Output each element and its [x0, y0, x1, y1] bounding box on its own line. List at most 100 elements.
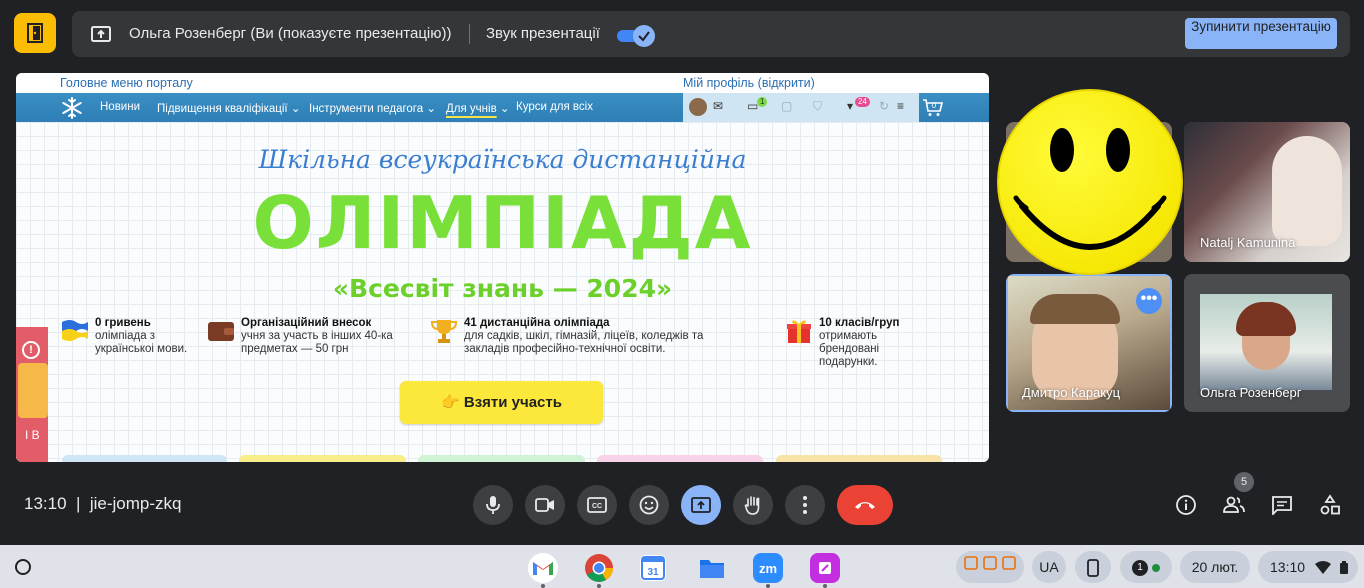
- calendar-app[interactable]: 31: [640, 555, 666, 581]
- divider: [469, 24, 470, 44]
- chat-button[interactable]: [1268, 491, 1296, 519]
- participant-tile[interactable]: Natalj Kamunina: [1184, 122, 1350, 262]
- nav-item-label: Для учнів: [446, 103, 497, 115]
- filter-icon[interactable]: ▾ 24: [847, 97, 870, 113]
- microphone-button[interactable]: [473, 485, 513, 525]
- avatar[interactable]: [689, 98, 707, 116]
- participant-name: Дмитро Каракуц: [1022, 385, 1121, 400]
- chat-icon[interactable]: ▭ 1: [747, 97, 768, 113]
- portal-bar: Головне меню порталу Мій профіль (відкри…: [16, 73, 989, 93]
- wifi-icon: [1314, 561, 1331, 575]
- stop-presenting-button[interactable]: Зупинити презентацію: [1185, 18, 1337, 49]
- emoji-icon: [639, 495, 659, 515]
- cart-icon[interactable]: 0: [921, 96, 945, 118]
- captions-button[interactable]: CC: [577, 485, 617, 525]
- participate-label: Взяти участь: [463, 394, 562, 411]
- files-app[interactable]: [697, 553, 727, 583]
- canvas-app[interactable]: [810, 553, 840, 583]
- notifications-button[interactable]: 1: [1120, 551, 1172, 583]
- phone-hub-button[interactable]: [1075, 551, 1111, 583]
- shapes-icon: [1320, 494, 1340, 515]
- nav-item-label: Інструменти педагога: [309, 103, 424, 115]
- nav-item-courses[interactable]: Курси для всіх: [516, 101, 593, 113]
- hang-up-icon: [855, 502, 875, 509]
- nav-item-label: Підвищення кваліфікації: [157, 103, 288, 115]
- cart-count: 0: [932, 101, 937, 110]
- trophy-icon: [430, 320, 458, 343]
- reactions-button[interactable]: [629, 485, 669, 525]
- info-icon: [1176, 495, 1196, 515]
- nav-tools: ✉ ▭ 1 ▢ ⛉ ▾ 24 ↻ ≡: [683, 93, 919, 122]
- feature-heading: 0 гривень: [95, 317, 151, 329]
- calendar-icon: 31: [641, 556, 665, 580]
- presentation-sound-toggle[interactable]: [617, 25, 655, 47]
- menu-icon[interactable]: ≡: [897, 99, 904, 113]
- card-orange: [776, 455, 942, 462]
- svg-text:31: 31: [647, 567, 659, 578]
- present-screen-icon: [91, 26, 111, 42]
- camera-button[interactable]: [525, 485, 565, 525]
- pointing-hand-icon: 👉: [441, 394, 460, 411]
- portal-main-menu-link[interactable]: Головне меню порталу: [60, 76, 193, 90]
- wallet-icon: [208, 322, 234, 341]
- nav-item-teacher-tools[interactable]: Інструменти педагога ⌄: [309, 101, 436, 115]
- system-tray[interactable]: 13:10: [1258, 551, 1358, 583]
- launcher-button[interactable]: [15, 559, 31, 575]
- running-indicator: [823, 584, 827, 588]
- more-options-button[interactable]: [785, 485, 825, 525]
- exit-door-button[interactable]: [14, 13, 56, 53]
- activities-button[interactable]: [1316, 491, 1344, 519]
- running-indicator: [541, 584, 545, 588]
- feature-text: для садків, шкіл, гімназій, ліцеїв, коле…: [464, 330, 704, 355]
- profile-link[interactable]: Мій профіль (відкрити): [683, 76, 815, 90]
- check-icon: [638, 31, 650, 42]
- door-icon: [27, 23, 43, 43]
- chromeos-shelf: 31 zm UA 1 20 лют. 13:10: [0, 545, 1364, 588]
- capture-icons: [964, 556, 1016, 570]
- alert-icon: !: [22, 341, 40, 359]
- hand-icon: [744, 496, 760, 515]
- card-blue: [62, 455, 227, 462]
- meeting-details-button[interactable]: [1172, 491, 1200, 519]
- present-screen-button[interactable]: [681, 485, 721, 525]
- more-vert-icon: [803, 496, 807, 514]
- participant-tile[interactable]: Ольга Розенберг: [1184, 274, 1350, 412]
- participate-button[interactable]: 👉 Взяти участь: [400, 381, 603, 424]
- chevron-down-icon: ⌄: [290, 103, 301, 115]
- presenting-bar: Ольга Розенберг (Ви (показуєте презентац…: [0, 0, 1364, 68]
- favorites-badge: 24: [855, 97, 870, 107]
- chat-icon: [1272, 496, 1292, 515]
- olympiad-title: ОЛІМПІАДА: [252, 181, 753, 265]
- nav-item-for-students[interactable]: Для учнів ⌄: [446, 101, 510, 115]
- participant-name: Natalj Kamunina: [1200, 235, 1296, 250]
- participant-tile-active[interactable]: ••• Дмитро Каракуц: [1006, 274, 1172, 412]
- notification-count: 1: [1132, 560, 1148, 577]
- microphone-icon: [486, 496, 500, 514]
- nav-item-qualification[interactable]: Підвищення кваліфікації ⌄: [157, 101, 300, 115]
- battery-icon: [1339, 561, 1348, 575]
- input-method-button[interactable]: UA: [1032, 551, 1066, 583]
- feature-heading: 41 дистанційна олімпіада: [464, 317, 610, 329]
- refresh-icon[interactable]: ↻: [879, 99, 889, 113]
- meeting-time: 13:10: [24, 494, 67, 513]
- feature-heading: 10 класів/груп: [819, 317, 900, 329]
- people-button[interactable]: [1220, 491, 1248, 519]
- more-options-button[interactable]: •••: [1136, 288, 1162, 314]
- presenting-status-pill: Ольга Розенберг (Ви (показуєте презентац…: [72, 11, 1350, 57]
- snowflake-logo-icon[interactable]: [60, 96, 84, 120]
- screen-capture-tray[interactable]: [956, 551, 1024, 583]
- gmail-app[interactable]: [528, 553, 558, 583]
- cart-small-icon[interactable]: ⛉: [813, 99, 822, 114]
- raise-hand-button[interactable]: [733, 485, 773, 525]
- gmail-icon: [533, 562, 553, 575]
- date-tray[interactable]: 20 лют.: [1180, 551, 1250, 583]
- mail-icon[interactable]: ✉: [713, 99, 723, 113]
- present-screen-icon: [691, 497, 711, 513]
- participant-face: [1272, 136, 1342, 246]
- box-icon[interactable]: ▢: [781, 99, 792, 113]
- leave-call-button[interactable]: [837, 485, 893, 525]
- zoom-app[interactable]: zm: [753, 553, 783, 583]
- chrome-app[interactable]: [584, 553, 614, 583]
- nav-item-news[interactable]: Новини: [100, 101, 140, 113]
- site-navbar: Новини Підвищення кваліфікації ⌄ Інструм…: [16, 93, 989, 122]
